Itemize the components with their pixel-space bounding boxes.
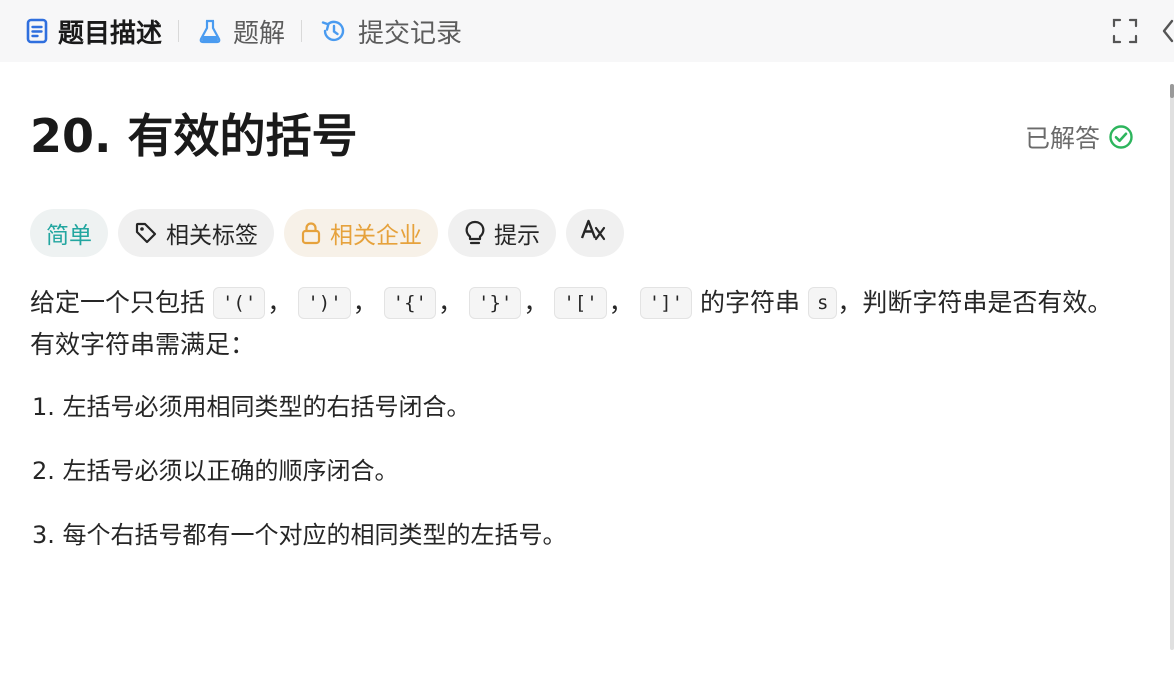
lightbulb-icon bbox=[464, 220, 486, 246]
problem-title[interactable]: 20. 有效的括号 bbox=[30, 106, 358, 166]
related-tags-button[interactable]: 相关标签 bbox=[118, 209, 274, 257]
inline-code-var: s bbox=[807, 287, 838, 319]
tab-divider bbox=[301, 20, 303, 42]
inline-code: ')' bbox=[298, 287, 351, 319]
tab-solutions-label: 题解 bbox=[233, 18, 286, 49]
problem-description-panel: 20. 有效的括号 已解答 简单 相关标签 相关企业 提示 给定一个只包括 '(… bbox=[0, 106, 1174, 555]
problem-statement: 给定一个只包括 '('， ')'， '{'， '}'， '['， ']' 的字符串 s ，判… bbox=[30, 280, 1144, 555]
inline-code: '[' bbox=[554, 287, 607, 319]
related-companies-button[interactable]: 相关企业 bbox=[284, 209, 438, 257]
document-icon bbox=[26, 18, 48, 44]
intro-text: 的字符串 bbox=[699, 288, 800, 317]
tab-bar-actions bbox=[1112, 0, 1174, 62]
tab-submissions[interactable]: 提交记录 bbox=[320, 0, 478, 62]
scrollbar-track[interactable] bbox=[1170, 84, 1174, 650]
inline-code: '}' bbox=[469, 287, 522, 319]
hint-label: 提示 bbox=[494, 223, 540, 249]
comma: ， bbox=[437, 288, 463, 317]
list-item: 2. 左括号必须以正确的顺序闭合。 bbox=[32, 457, 399, 485]
panel-tab-bar: 题目描述 题解 提交记录 bbox=[0, 0, 1174, 62]
comma: ， bbox=[608, 288, 634, 317]
intro-text: ，判断字符串是否有效。 bbox=[837, 288, 1113, 317]
check-circle-icon bbox=[1108, 124, 1134, 150]
fullscreen-icon[interactable] bbox=[1112, 18, 1138, 44]
inline-code: '{' bbox=[383, 287, 436, 319]
tab-description-label: 题目描述 bbox=[58, 18, 163, 49]
solved-status-label: 已解答 bbox=[1024, 124, 1100, 153]
statement-intro: 给定一个只包括 '('， ')'， '{'， '}'， '['， ']' 的字符串 s ，判… bbox=[30, 280, 1144, 325]
solved-status: 已解答 bbox=[1025, 119, 1134, 155]
history-icon bbox=[320, 17, 348, 45]
lock-icon bbox=[300, 221, 322, 245]
requirement-heading: 有效字符串需满足： bbox=[30, 330, 256, 359]
tab-solutions[interactable]: 题解 bbox=[197, 0, 301, 62]
problem-tags: 简单 相关标签 相关企业 提示 bbox=[30, 208, 1144, 258]
inline-code: ']' bbox=[639, 287, 693, 319]
inline-code: '(' bbox=[212, 287, 266, 319]
comma: ， bbox=[267, 288, 293, 317]
flask-icon bbox=[197, 18, 223, 44]
rules-list: 1. 左括号必须用相同类型的右括号闭合。 2. 左括号必须以正确的顺序闭合。 3… bbox=[30, 387, 1144, 555]
related-companies-label: 相关企业 bbox=[330, 223, 422, 249]
tab-submissions-label: 提交记录 bbox=[358, 18, 463, 49]
list-item: 3. 每个右括号都有一个对应的相同类型的左括号。 bbox=[32, 521, 567, 549]
problem-header: 20. 有效的括号 已解答 bbox=[30, 106, 1144, 208]
tab-description[interactable]: 题目描述 bbox=[26, 0, 178, 62]
difficulty-label: 简单 bbox=[46, 223, 92, 249]
translate-button[interactable] bbox=[566, 209, 624, 257]
collapse-left-icon[interactable] bbox=[1160, 18, 1174, 44]
comma: ， bbox=[352, 288, 378, 317]
related-tags-label: 相关标签 bbox=[166, 223, 258, 249]
scrollbar-thumb[interactable] bbox=[1170, 84, 1174, 98]
translate-icon bbox=[580, 217, 610, 249]
tab-divider bbox=[178, 20, 180, 42]
difficulty-badge[interactable]: 简单 bbox=[30, 209, 108, 257]
comma: ， bbox=[523, 288, 549, 317]
intro-text: 给定一个只包括 bbox=[30, 288, 206, 317]
list-item: 1. 左括号必须用相同类型的右括号闭合。 bbox=[32, 393, 471, 421]
tag-icon bbox=[134, 221, 158, 245]
hint-button[interactable]: 提示 bbox=[448, 209, 556, 257]
